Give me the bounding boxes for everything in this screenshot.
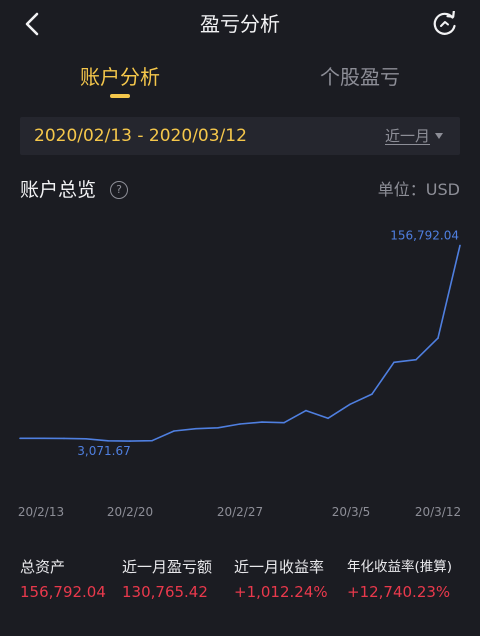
data-point [217,427,219,429]
stat-annual-return-value: +12,740.23% [347,583,451,601]
data-point [327,417,329,420]
x-tick-label: 20/3/12 [415,505,461,519]
tab-stock-pnl[interactable]: 个股盈亏 [300,62,420,92]
x-tick-label: 20/2/13 [18,505,64,519]
tab-account-analysis[interactable]: 账户分析 [60,62,180,92]
data-point [261,421,263,423]
data-point [459,244,461,247]
question-circle-icon[interactable]: ? [110,181,128,199]
data-point [283,421,285,424]
data-point [305,409,307,412]
stat-month-pnl-value: 130,765.42 [122,583,208,601]
unit-label: 单位：USD [377,180,460,199]
data-point [393,361,395,364]
data-point [437,337,439,339]
data-point [195,427,197,430]
data-point [349,403,351,406]
data-point [151,439,153,442]
section-title: 账户总览 [20,179,97,201]
active-tab-indicator [110,94,130,98]
period-dropdown[interactable]: 近一月 [385,124,444,148]
series-line [20,245,461,442]
data-point [415,358,417,361]
account-overview-chart: 156,792.04 3,071.67 20/2/13 20/2/20 20/2/27 2… [0,205,480,525]
x-tick-label: 20/2/27 [217,505,263,519]
caret-down-icon [435,133,444,139]
stat-total-assets-label: 总资产 [20,558,66,576]
data-point [173,430,175,432]
data-point [19,437,21,440]
period-dropdown-label: 近一月 [385,127,431,145]
refresh-icon [433,11,456,35]
min-value-label: 3,071.67 [77,444,130,458]
page-title: 盈亏分析 [200,12,280,36]
data-point [85,438,87,440]
refresh-button[interactable] [430,9,460,39]
stat-month-return-label: 近一月收益率 [234,558,325,576]
line-chart: 156,792.04 3,071.67 20/2/13 20/2/20 20/2/27 2… [18,228,461,519]
x-tick-label: 20/3/5 [332,505,371,519]
data-point [371,393,373,395]
data-point [63,437,65,440]
data-point [107,440,109,442]
stat-annual-return-label: 年化收益率(推算) [347,559,453,575]
data-point [129,440,131,442]
data-point [239,423,241,425]
date-range-text: 2020/02/13 - 2020/03/12 [34,126,247,146]
data-point [41,437,43,440]
max-value-label: 156,792.04 [390,228,459,242]
stat-month-return-value: +1,012.24% [234,583,328,601]
stat-month-pnl-label: 近一月盈亏额 [122,558,213,576]
x-tick-label: 20/2/20 [107,505,153,519]
stat-total-assets-value: 156,792.04 [20,583,106,601]
